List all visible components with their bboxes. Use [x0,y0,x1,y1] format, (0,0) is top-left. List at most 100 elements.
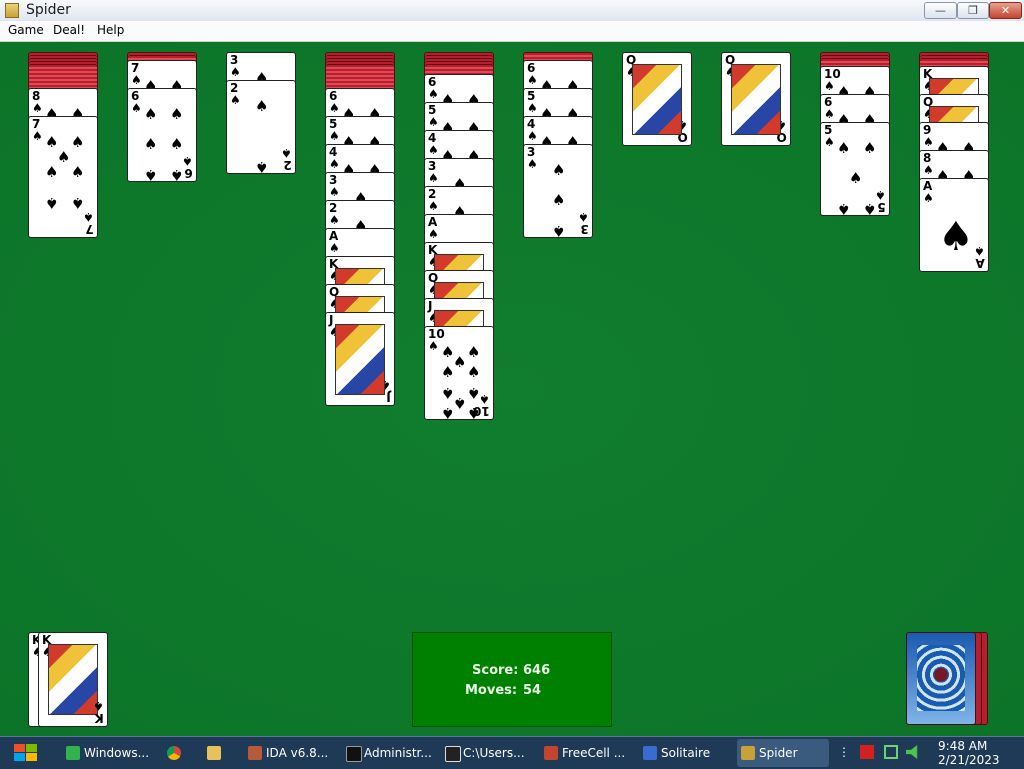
card-rank-label: 4 ♠ [329,145,340,171]
restore-button[interactable]: ❐ [957,2,989,19]
face-card-art [48,644,98,715]
card-5-spades[interactable]: 5♠5♠♠♠♠♠♠ [820,122,890,216]
volume-icon[interactable] [906,745,918,759]
spade-pip-icon: ♠ [144,135,158,153]
card-2-spades[interactable]: 2♠ 2♠ ♠ ♠ [226,80,296,174]
taskbar-item-label: Administr... [364,746,432,760]
spade-pip-icon: ♠ [863,200,877,216]
spade-pip-icon: ♠ [144,166,158,182]
face-card-art [335,324,385,395]
card-J-spades[interactable]: J♠J♠ [325,312,395,406]
card-rank-label: A ♠ [329,229,340,255]
card-rank-label: 2 ♠ [329,201,340,227]
network-icon[interactable] [884,745,898,759]
spade-pip-icon: ♠ [849,169,863,187]
menu-game[interactable]: Game [8,23,44,37]
spade-pip-icon: ♠ [552,161,566,179]
spade-pip-icon: ♠ [552,222,566,238]
taskbar-item-windows[interactable]: Windows... [62,739,154,767]
spider-icon [917,645,965,711]
minimize-button[interactable]: — [924,2,957,19]
card-3-spades[interactable]: 3♠ 3♠ ♠ ♠ ♠ [523,144,593,238]
spade-pip-icon: ♠ [170,105,184,123]
card-rank-label: 5 ♠ [329,117,340,143]
spade-pip-icon: ♠ [837,200,851,216]
score-panel: Score: 646 Moves: 54 [412,632,612,727]
card-rank-label-bottom: A♠ [974,244,985,270]
taskbar-item-solitaire[interactable]: Solitaire [639,739,731,767]
spade-pip-icon: ♠ [57,148,71,166]
card-rank-label: 5 ♠ [527,89,538,115]
spade-pip-icon: ♠ [170,135,184,153]
spade-pip-icon: ♠ [938,214,974,260]
folder-icon [207,746,221,760]
stock-card-top[interactable] [906,632,976,725]
spade-pip-icon: ♠ [467,404,481,420]
spade-pip-icon: ♠ [863,139,877,157]
card-rank-label-bottom: K♠ [93,699,104,725]
spade-pip-icon: ♠ [71,133,85,151]
spider-app-icon [741,746,755,760]
clock-date[interactable]: 2/21/2023 [938,753,1000,767]
spider-app-icon [5,3,19,18]
card-rank-label: A ♠ [428,215,439,241]
spade-pip-icon: ♠ [441,404,455,420]
taskbar-item-spider[interactable]: Spider [737,739,829,767]
card-10-spades[interactable]: 10♠10♠♠♠♠♠♠♠♠♠♠♠ [424,326,494,420]
card-rank-label-bottom: 3♠ [578,210,589,236]
taskbar-item-ida[interactable]: IDA v6.8... [244,739,336,767]
card-rank-label: 3 ♠ [428,159,439,185]
menu-help[interactable]: Help [97,23,124,37]
spade-pip-icon: ♠ [45,194,59,212]
taskbar-item-explorer[interactable] [203,739,233,767]
face-card-art [632,64,682,135]
spade-pip-icon: ♠ [170,166,184,182]
taskbar-item-freecell[interactable]: FreeCell ... [540,739,632,767]
title-bar: Spider — ❐ ✕ [0,0,1024,22]
spade-pip-icon: ♠ [467,363,481,381]
card-rank-label: 7 ♠ [32,117,43,143]
menu-deal[interactable]: Deal! [53,23,85,37]
spade-pip-icon: ♠ [467,384,481,402]
taskbar-item-label: Windows... [84,746,150,760]
menu-bar: Game Deal! Help [0,21,1024,42]
card-rank-label: 8 ♠ [32,89,43,115]
card-Q-spades[interactable]: Q♠Q♠ [721,52,791,146]
card-Q-spades[interactable]: Q♠Q♠ [622,52,692,146]
taskbar-item-label: IDA v6.8... [266,746,329,760]
card-rank-label: 4 ♠ [527,117,538,143]
card-6-spades[interactable]: 6♠6♠♠♠♠♠♠♠ [127,88,197,182]
card-A-spades[interactable]: A♠ A♠♠ [919,178,989,272]
tray-overflow-icon[interactable]: ⋮ [838,745,850,759]
score-value: 646 [523,663,551,678]
card-rank-label: 5 ♠ [428,103,439,129]
notepad-icon [66,746,80,760]
spade-pip-icon: ♠ [71,194,85,212]
card-rank-label: 3 ♠ [527,145,538,171]
card-rank-label-bottom: 6♠ [182,154,193,180]
card-7-spades[interactable]: 7♠7♠♠♠♠♠♠♠♠ [28,116,98,238]
taskbar-item-cmd[interactable]: Administr... [342,739,434,767]
spade-pip-icon: ♠ [441,363,455,381]
moves-label: Moves: [465,683,518,698]
card-rank-label: 6 ♠ [428,75,439,101]
score-label: Score: [472,663,519,678]
spade-pip-icon: ♠ [552,191,566,209]
card-rank-label-bottom: 5♠ [875,188,886,214]
spade-pip-icon: ♠ [453,394,467,412]
freecell-icon [544,746,558,760]
start-button[interactable] [6,739,46,767]
taskbar-item-7zip[interactable]: C:\Users... [441,739,533,767]
clock-time[interactable]: 9:48 AM [938,739,987,753]
taskbar-item-label: FreeCell ... [562,746,626,760]
7zip-icon [445,746,461,762]
card-rank-label: 5 ♠ [824,123,835,149]
card-rank-label: 6 ♠ [131,89,142,115]
card-rank-label: 2 ♠ [428,187,439,213]
action-center-flag-icon[interactable] [860,745,874,759]
cmd-icon [346,746,362,762]
card-rank-label: 6 ♠ [527,61,538,87]
taskbar-item-chrome[interactable] [163,739,193,767]
face-card-art [731,64,781,135]
close-button[interactable]: ✕ [989,2,1022,19]
